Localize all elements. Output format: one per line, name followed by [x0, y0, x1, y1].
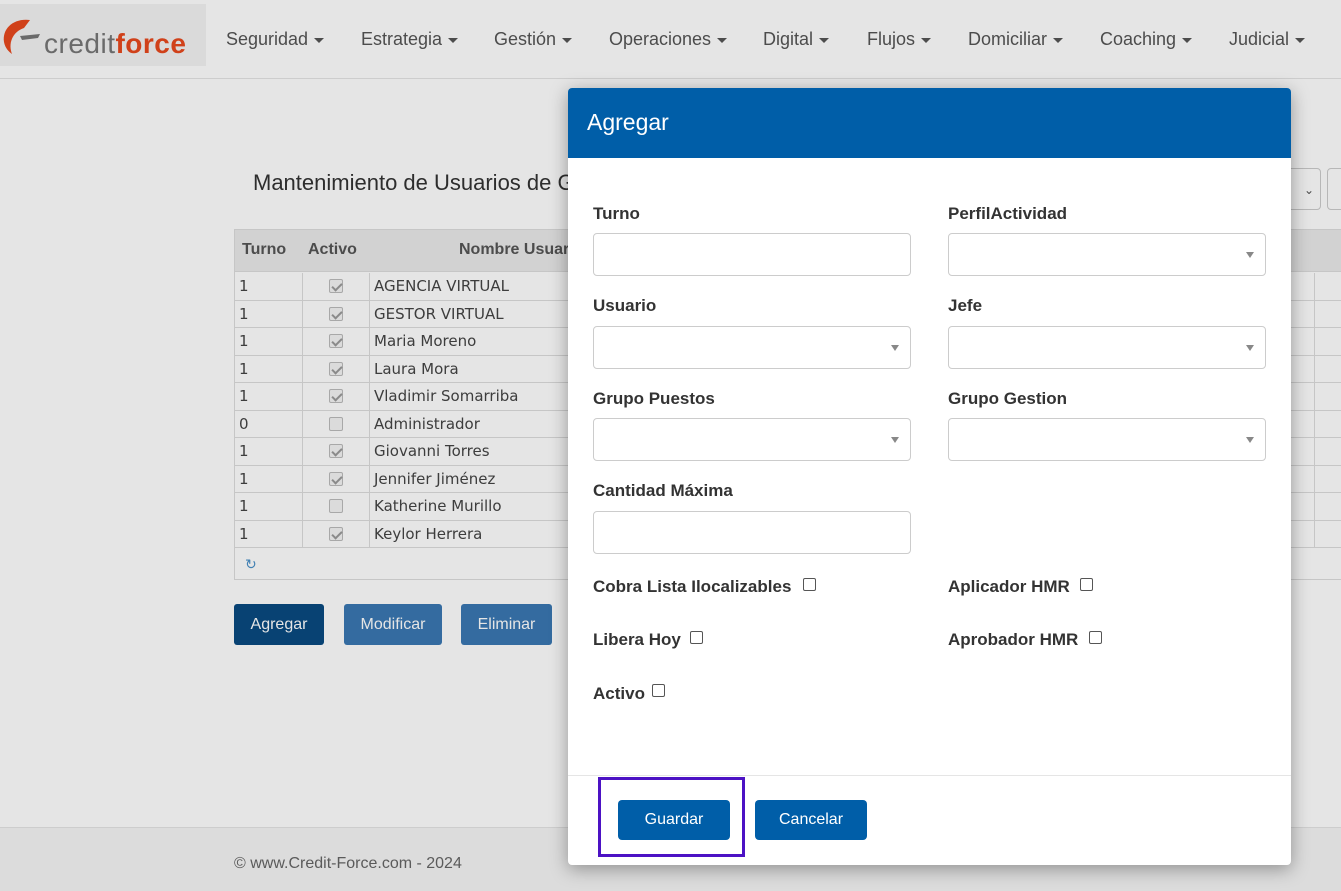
turno-label: Turno	[593, 204, 640, 223]
dropdown-arrow-icon	[1246, 345, 1254, 351]
grupo-puestos-select[interactable]	[593, 418, 911, 461]
jefe-select[interactable]	[948, 326, 1266, 369]
grupo-gestion-label: Grupo Gestion	[948, 389, 1067, 408]
aprobador-hmr-checkbox[interactable]	[1089, 631, 1102, 644]
dropdown-arrow-icon	[891, 437, 899, 443]
perfil-actividad-label: PerfilActividad	[948, 204, 1068, 223]
usuario-select[interactable]	[593, 326, 911, 369]
cobra-lista-label: Cobra Lista Ilocalizables	[593, 577, 792, 596]
cancelar-button[interactable]: Cancelar	[755, 800, 867, 840]
perfil-actividad-select[interactable]	[948, 233, 1266, 276]
cobra-lista-checkbox[interactable]	[803, 578, 816, 591]
activo-label: Activo	[593, 684, 645, 703]
modal-header: Agregar	[568, 88, 1291, 158]
aplicador-hmr-checkbox[interactable]	[1080, 578, 1093, 591]
usuario-label: Usuario	[593, 296, 657, 315]
turno-input[interactable]	[593, 233, 911, 276]
cantidad-maxima-label: Cantidad Máxima	[593, 481, 733, 500]
aplicador-hmr-label: Aplicador HMR	[948, 577, 1070, 596]
guardar-highlight-box	[598, 777, 745, 857]
grupo-gestion-select[interactable]	[948, 418, 1266, 461]
activo-checkbox[interactable]	[652, 684, 665, 697]
modal-title: Agregar	[587, 109, 669, 135]
dropdown-arrow-icon	[1246, 437, 1254, 443]
dropdown-arrow-icon	[1246, 252, 1254, 258]
agregar-modal: Agregar Turno PerfilActividad Usuario Je…	[568, 88, 1291, 865]
dropdown-arrow-icon	[891, 345, 899, 351]
libera-hoy-checkbox[interactable]	[690, 631, 703, 644]
grupo-puestos-label: Grupo Puestos	[593, 389, 715, 408]
cantidad-maxima-input[interactable]	[593, 511, 911, 554]
modal-footer-divider	[568, 775, 1291, 776]
jefe-label: Jefe	[948, 296, 983, 315]
libera-hoy-label: Libera Hoy	[593, 630, 681, 649]
aprobador-hmr-label: Aprobador HMR	[948, 630, 1079, 649]
